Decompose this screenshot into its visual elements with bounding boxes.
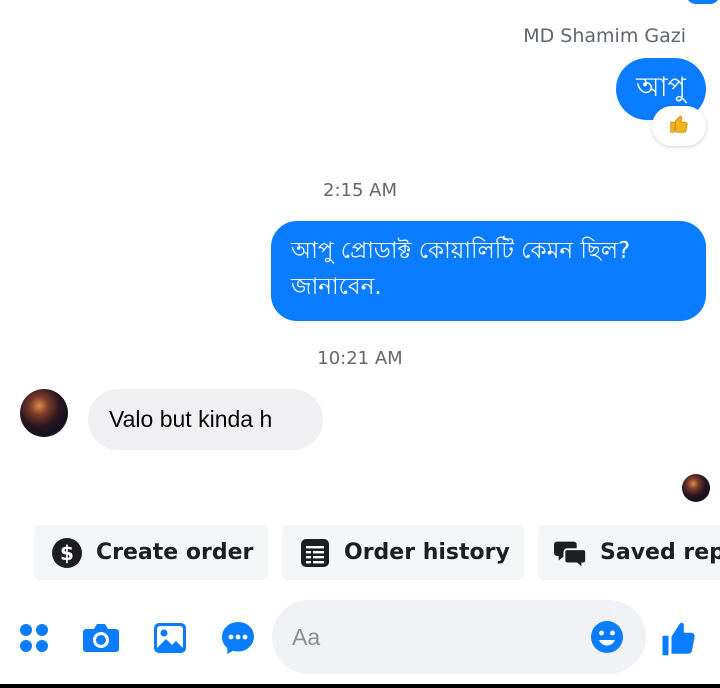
create-order-button[interactable]: $ Create order	[34, 525, 268, 580]
image-icon[interactable]	[152, 620, 188, 656]
chat-more-icon[interactable]	[220, 620, 256, 656]
timestamp: 10:21 AM	[317, 348, 403, 369]
incoming-message[interactable]: Valo but kinda h	[88, 389, 323, 450]
message-composer	[0, 598, 720, 678]
message-text-line: জানাবেন.	[291, 274, 382, 300]
message-text: আপু	[636, 71, 686, 103]
svg-text:$: $	[60, 541, 74, 565]
message-text: Valo but kinda h	[109, 406, 273, 432]
order-history-button[interactable]: Order history	[282, 525, 524, 580]
camera-icon[interactable]	[82, 620, 120, 656]
message-text-line: আপু প্রোডাক্ট কোয়ালিটি কেমন ছিল?	[291, 238, 631, 264]
menu-dots-icon[interactable]	[18, 622, 50, 654]
chip-label: Saved rep	[600, 540, 720, 565]
reaction-badge[interactable]	[652, 106, 706, 146]
contact-avatar[interactable]	[20, 389, 68, 437]
saved-replies-button[interactable]: Saved rep	[538, 525, 720, 580]
message-input[interactable]	[292, 600, 582, 674]
thumbs-up-icon	[668, 113, 690, 139]
dollar-icon: $	[50, 536, 84, 570]
sender-name: MD Shamim Gazi	[523, 25, 686, 47]
chip-label: Order history	[344, 540, 510, 565]
outgoing-message[interactable]: আপু প্রোডাক্ট কোয়ালিটি কেমন ছিল? জানাবে…	[271, 221, 706, 321]
list-icon	[298, 536, 332, 570]
message-input-box[interactable]	[272, 600, 646, 674]
timestamp: 2:15 AM	[323, 180, 397, 201]
quick-replies: $ Create order Order history Saved rep	[0, 525, 720, 581]
like-icon[interactable]	[660, 618, 698, 658]
chip-label: Create order	[96, 540, 254, 565]
seen-avatar	[682, 474, 710, 502]
system-nav-bar	[0, 684, 720, 688]
emoji-icon[interactable]	[590, 620, 624, 654]
chat-bubbles-icon	[554, 536, 588, 570]
previous-message-edge	[686, 0, 720, 4]
